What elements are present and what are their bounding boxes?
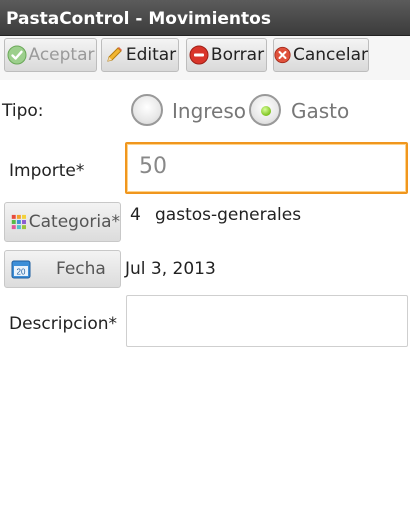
pencil-icon: [107, 47, 122, 62]
cancelar-button[interactable]: Cancelar: [273, 38, 369, 72]
gasto-radio[interactable]: [249, 94, 281, 126]
check-icon: [7, 45, 26, 65]
ingreso-radio-label[interactable]: Ingreso: [172, 99, 246, 123]
importe-input[interactable]: 50: [125, 142, 408, 194]
cancelar-label: Cancelar: [293, 45, 368, 65]
borrar-button[interactable]: Borrar: [186, 38, 267, 72]
borrar-label: Borrar: [210, 45, 265, 65]
ingreso-radio[interactable]: [131, 94, 163, 126]
app-title: PastaControl - Movimientos: [6, 9, 271, 29]
editar-button[interactable]: Editar: [101, 38, 179, 72]
svg-text:20: 20: [17, 268, 26, 277]
grid-icon: [11, 214, 26, 230]
editar-label: Editar: [125, 45, 177, 65]
aceptar-button[interactable]: Aceptar: [4, 38, 97, 72]
categoria-button[interactable]: Categoria*: [4, 202, 121, 242]
gasto-radio-label[interactable]: Gasto: [291, 99, 349, 123]
fecha-value: Jul 3, 2013: [125, 259, 216, 279]
descripcion-label: Descripcion*: [9, 314, 118, 334]
descripcion-input[interactable]: [126, 295, 408, 347]
categoria-button-label: Categoria*: [28, 212, 120, 232]
fecha-button[interactable]: 20 Fecha: [4, 250, 121, 288]
action-toolbar: Aceptar Editar Borrar Cancelar: [0, 36, 410, 80]
categoria-id: 4: [130, 205, 141, 225]
window-title: PastaControl - Movimientos: [0, 0, 410, 36]
importe-label: Importe*: [9, 161, 85, 181]
tipo-label: Tipo:: [2, 101, 44, 121]
fecha-button-label: Fecha: [56, 259, 106, 279]
minus-circle-icon: [189, 45, 209, 65]
categoria-name: gastos-generales: [155, 205, 302, 225]
importe-value: 50: [139, 154, 167, 179]
x-circle-icon: [274, 46, 291, 64]
radio-selected-dot: [261, 106, 271, 116]
aceptar-label: Aceptar: [28, 45, 95, 65]
calendar-icon: 20: [11, 260, 31, 279]
